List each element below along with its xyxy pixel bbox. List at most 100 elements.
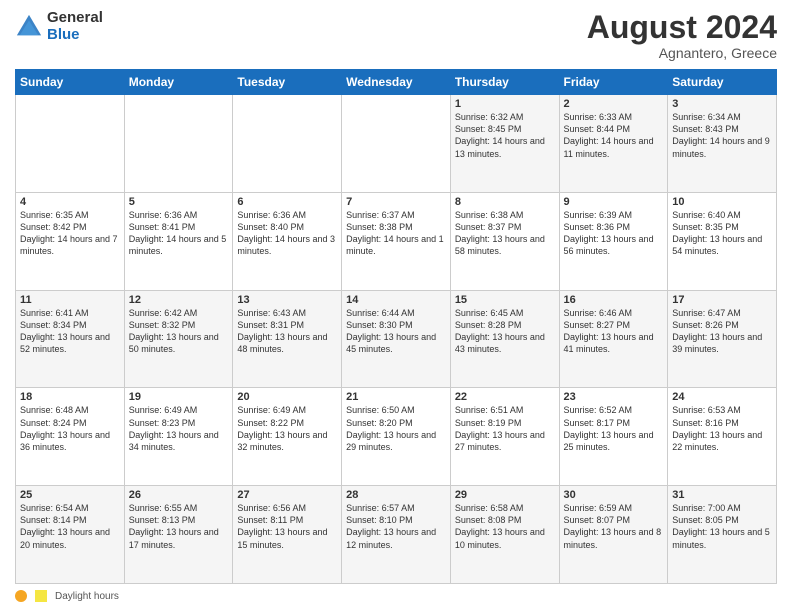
day-info: Sunrise: 6:46 AM Sunset: 8:27 PM Dayligh…	[564, 307, 664, 356]
calendar-cell: 25Sunrise: 6:54 AM Sunset: 8:14 PM Dayli…	[16, 486, 125, 584]
day-info: Sunrise: 6:37 AM Sunset: 8:38 PM Dayligh…	[346, 209, 446, 258]
calendar-cell: 3Sunrise: 6:34 AM Sunset: 8:43 PM Daylig…	[668, 95, 777, 193]
calendar-cell	[342, 95, 451, 193]
day-info: Sunrise: 6:40 AM Sunset: 8:35 PM Dayligh…	[672, 209, 772, 258]
location-label: Agnantero, Greece	[587, 45, 777, 61]
calendar-cell: 9Sunrise: 6:39 AM Sunset: 8:36 PM Daylig…	[559, 192, 668, 290]
calendar-row-0: 1Sunrise: 6:32 AM Sunset: 8:45 PM Daylig…	[16, 95, 777, 193]
day-info: Sunrise: 6:53 AM Sunset: 8:16 PM Dayligh…	[672, 404, 772, 453]
day-number: 11	[20, 294, 120, 306]
day-info: Sunrise: 6:55 AM Sunset: 8:13 PM Dayligh…	[129, 502, 229, 551]
col-sunday: Sunday	[16, 70, 125, 95]
day-number: 30	[564, 489, 664, 501]
day-number: 24	[672, 391, 772, 403]
day-number: 13	[237, 294, 337, 306]
calendar-cell: 19Sunrise: 6:49 AM Sunset: 8:23 PM Dayli…	[124, 388, 233, 486]
calendar-cell: 13Sunrise: 6:43 AM Sunset: 8:31 PM Dayli…	[233, 290, 342, 388]
day-info: Sunrise: 6:33 AM Sunset: 8:44 PM Dayligh…	[564, 111, 664, 160]
day-info: Sunrise: 6:59 AM Sunset: 8:07 PM Dayligh…	[564, 502, 664, 551]
calendar-cell: 31Sunrise: 7:00 AM Sunset: 8:05 PM Dayli…	[668, 486, 777, 584]
header: General Blue August 2024 Agnantero, Gree…	[15, 10, 777, 61]
day-info: Sunrise: 6:45 AM Sunset: 8:28 PM Dayligh…	[455, 307, 555, 356]
day-number: 6	[237, 196, 337, 208]
calendar-row-4: 25Sunrise: 6:54 AM Sunset: 8:14 PM Dayli…	[16, 486, 777, 584]
calendar-cell: 17Sunrise: 6:47 AM Sunset: 8:26 PM Dayli…	[668, 290, 777, 388]
day-info: Sunrise: 6:36 AM Sunset: 8:40 PM Dayligh…	[237, 209, 337, 258]
day-number: 23	[564, 391, 664, 403]
month-title: August 2024	[587, 10, 777, 45]
calendar-cell: 14Sunrise: 6:44 AM Sunset: 8:30 PM Dayli…	[342, 290, 451, 388]
day-number: 20	[237, 391, 337, 403]
day-number: 15	[455, 294, 555, 306]
calendar-cell: 15Sunrise: 6:45 AM Sunset: 8:28 PM Dayli…	[450, 290, 559, 388]
day-number: 9	[564, 196, 664, 208]
col-friday: Friday	[559, 70, 668, 95]
col-monday: Monday	[124, 70, 233, 95]
day-number: 25	[20, 489, 120, 501]
logo: General Blue	[15, 10, 103, 43]
day-info: Sunrise: 6:43 AM Sunset: 8:31 PM Dayligh…	[237, 307, 337, 356]
day-info: Sunrise: 6:44 AM Sunset: 8:30 PM Dayligh…	[346, 307, 446, 356]
day-number: 7	[346, 196, 446, 208]
day-info: Sunrise: 6:58 AM Sunset: 8:08 PM Dayligh…	[455, 502, 555, 551]
day-info: Sunrise: 6:42 AM Sunset: 8:32 PM Dayligh…	[129, 307, 229, 356]
calendar-cell: 24Sunrise: 6:53 AM Sunset: 8:16 PM Dayli…	[668, 388, 777, 486]
sunrise-legend-icon	[15, 590, 27, 602]
day-info: Sunrise: 6:56 AM Sunset: 8:11 PM Dayligh…	[237, 502, 337, 551]
logo-blue-label: Blue	[47, 27, 103, 44]
calendar-header: Sunday Monday Tuesday Wednesday Thursday…	[16, 70, 777, 95]
day-info: Sunrise: 6:38 AM Sunset: 8:37 PM Dayligh…	[455, 209, 555, 258]
day-info: Sunrise: 6:50 AM Sunset: 8:20 PM Dayligh…	[346, 404, 446, 453]
col-thursday: Thursday	[450, 70, 559, 95]
day-number: 2	[564, 98, 664, 110]
day-info: Sunrise: 7:00 AM Sunset: 8:05 PM Dayligh…	[672, 502, 772, 551]
day-info: Sunrise: 6:52 AM Sunset: 8:17 PM Dayligh…	[564, 404, 664, 453]
calendar-cell: 28Sunrise: 6:57 AM Sunset: 8:10 PM Dayli…	[342, 486, 451, 584]
day-number: 14	[346, 294, 446, 306]
calendar-cell: 10Sunrise: 6:40 AM Sunset: 8:35 PM Dayli…	[668, 192, 777, 290]
calendar-cell: 20Sunrise: 6:49 AM Sunset: 8:22 PM Dayli…	[233, 388, 342, 486]
day-info: Sunrise: 6:48 AM Sunset: 8:24 PM Dayligh…	[20, 404, 120, 453]
header-row: Sunday Monday Tuesday Wednesday Thursday…	[16, 70, 777, 95]
day-number: 5	[129, 196, 229, 208]
calendar-row-2: 11Sunrise: 6:41 AM Sunset: 8:34 PM Dayli…	[16, 290, 777, 388]
calendar-cell: 26Sunrise: 6:55 AM Sunset: 8:13 PM Dayli…	[124, 486, 233, 584]
col-tuesday: Tuesday	[233, 70, 342, 95]
day-number: 19	[129, 391, 229, 403]
day-number: 8	[455, 196, 555, 208]
calendar-cell	[233, 95, 342, 193]
calendar-cell: 27Sunrise: 6:56 AM Sunset: 8:11 PM Dayli…	[233, 486, 342, 584]
calendar-table: Sunday Monday Tuesday Wednesday Thursday…	[15, 69, 777, 584]
calendar-cell: 11Sunrise: 6:41 AM Sunset: 8:34 PM Dayli…	[16, 290, 125, 388]
daylight-legend-label: Daylight hours	[55, 591, 119, 602]
calendar-row-1: 4Sunrise: 6:35 AM Sunset: 8:42 PM Daylig…	[16, 192, 777, 290]
logo-general-label: General	[47, 10, 103, 27]
day-number: 31	[672, 489, 772, 501]
day-info: Sunrise: 6:51 AM Sunset: 8:19 PM Dayligh…	[455, 404, 555, 453]
calendar-cell: 8Sunrise: 6:38 AM Sunset: 8:37 PM Daylig…	[450, 192, 559, 290]
day-number: 27	[237, 489, 337, 501]
col-wednesday: Wednesday	[342, 70, 451, 95]
day-info: Sunrise: 6:54 AM Sunset: 8:14 PM Dayligh…	[20, 502, 120, 551]
day-number: 17	[672, 294, 772, 306]
calendar-cell: 7Sunrise: 6:37 AM Sunset: 8:38 PM Daylig…	[342, 192, 451, 290]
calendar-row-3: 18Sunrise: 6:48 AM Sunset: 8:24 PM Dayli…	[16, 388, 777, 486]
calendar-cell	[124, 95, 233, 193]
calendar-cell: 5Sunrise: 6:36 AM Sunset: 8:41 PM Daylig…	[124, 192, 233, 290]
calendar-cell: 16Sunrise: 6:46 AM Sunset: 8:27 PM Dayli…	[559, 290, 668, 388]
title-block: August 2024 Agnantero, Greece	[587, 10, 777, 61]
day-info: Sunrise: 6:41 AM Sunset: 8:34 PM Dayligh…	[20, 307, 120, 356]
calendar-cell: 1Sunrise: 6:32 AM Sunset: 8:45 PM Daylig…	[450, 95, 559, 193]
day-info: Sunrise: 6:39 AM Sunset: 8:36 PM Dayligh…	[564, 209, 664, 258]
calendar-cell: 29Sunrise: 6:58 AM Sunset: 8:08 PM Dayli…	[450, 486, 559, 584]
day-number: 10	[672, 196, 772, 208]
day-info: Sunrise: 6:49 AM Sunset: 8:23 PM Dayligh…	[129, 404, 229, 453]
day-info: Sunrise: 6:57 AM Sunset: 8:10 PM Dayligh…	[346, 502, 446, 551]
calendar-cell: 2Sunrise: 6:33 AM Sunset: 8:44 PM Daylig…	[559, 95, 668, 193]
day-number: 3	[672, 98, 772, 110]
day-number: 12	[129, 294, 229, 306]
day-info: Sunrise: 6:49 AM Sunset: 8:22 PM Dayligh…	[237, 404, 337, 453]
logo-text: General Blue	[47, 10, 103, 43]
day-number: 18	[20, 391, 120, 403]
day-number: 29	[455, 489, 555, 501]
